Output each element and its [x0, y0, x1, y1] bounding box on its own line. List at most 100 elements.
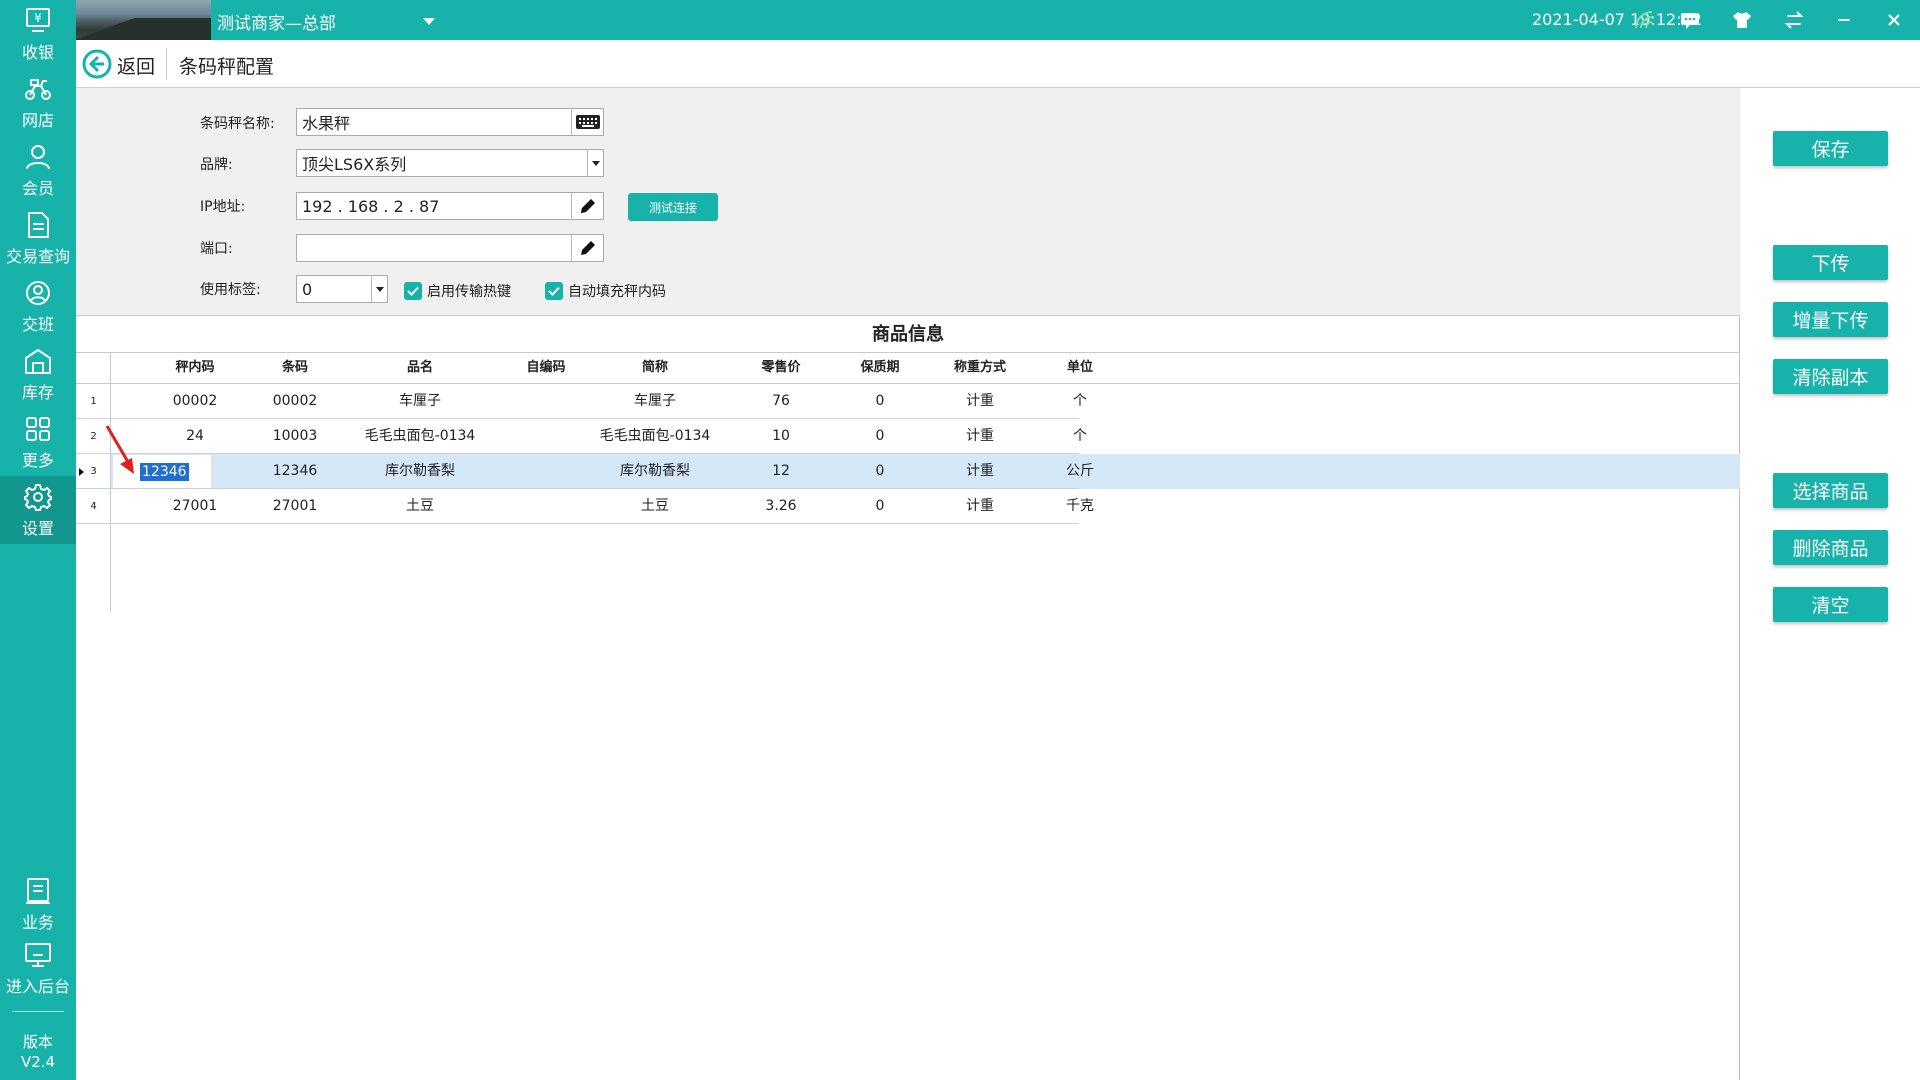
column-header-scale-code[interactable]: 秤内码: [160, 353, 230, 383]
cell-unit[interactable]: 千克: [1030, 489, 1130, 524]
clear-copy-button[interactable]: 清除副本: [1773, 359, 1888, 394]
clear-button[interactable]: 清空: [1773, 587, 1888, 622]
cell-weighing-mode[interactable]: 计重: [930, 454, 1030, 489]
cell-price[interactable]: 10: [746, 419, 816, 454]
cell-scale-code[interactable]: 27001: [160, 489, 230, 524]
column-header-custom-code[interactable]: 自编码: [511, 353, 581, 383]
sidebar-item-transactions[interactable]: 交易查询: [0, 204, 76, 272]
cell-name[interactable]: 毛毛虫面包-0134: [350, 419, 490, 454]
cell-barcode[interactable]: 12346: [260, 454, 330, 489]
keyboard-button[interactable]: [571, 109, 603, 135]
clipboard-icon: [26, 878, 50, 904]
store-name[interactable]: 测试商家—总部: [217, 9, 336, 34]
cell-price[interactable]: 3.26: [746, 489, 816, 524]
cell-barcode[interactable]: 00002: [260, 384, 330, 419]
cell-name[interactable]: 土豆: [360, 489, 480, 524]
tag-label: 使用标签:: [200, 282, 261, 298]
cell-short-name[interactable]: 库尔勒香梨: [590, 454, 720, 489]
table-row[interactable]: 4 27001 27001 土豆 土豆 3.26 0 计重 千克: [76, 489, 1740, 524]
save-button[interactable]: 保存: [1773, 131, 1888, 166]
brand-label: 品牌:: [200, 157, 233, 173]
column-header-barcode[interactable]: 条码: [260, 353, 330, 383]
test-connection-button[interactable]: 测试连接: [628, 193, 718, 221]
edit-ip-button[interactable]: [571, 193, 603, 219]
cell-shelf-life[interactable]: 0: [845, 384, 915, 419]
table-row[interactable]: 2 24 10003 毛毛虫面包-0134 毛毛虫面包-0134 10 0 计重…: [76, 419, 1740, 454]
sidebar-item-label: 设置: [21, 519, 54, 538]
keyboard-icon: [575, 115, 600, 129]
cell-name[interactable]: 库尔勒香梨: [360, 454, 480, 489]
sidebar-item-backoffice[interactable]: 进入后台: [0, 934, 76, 1002]
column-header-shelf-life[interactable]: 保质期: [845, 353, 915, 383]
column-header-price[interactable]: 零售价: [746, 353, 816, 383]
upload-button[interactable]: 下传: [1773, 245, 1888, 280]
column-header-short-name[interactable]: 简称: [590, 353, 720, 383]
sidebar-item-shift[interactable]: 交班: [0, 272, 76, 340]
close-icon[interactable]: [1882, 8, 1906, 32]
hotkey-checkbox[interactable]: 启用传输热键: [404, 281, 511, 301]
cell-custom-code[interactable]: [511, 454, 581, 489]
sidebar-item-more[interactable]: 更多: [0, 408, 76, 476]
back-arrow-icon[interactable]: [82, 49, 112, 79]
cell-barcode[interactable]: 27001: [260, 489, 330, 524]
sidebar-item-inventory[interactable]: 库存: [0, 340, 76, 408]
cell-unit[interactable]: 个: [1030, 384, 1130, 419]
cell-custom-code[interactable]: [511, 384, 581, 419]
document-icon: [28, 212, 49, 238]
cell-short-name[interactable]: 车厘子: [590, 384, 720, 419]
sidebar-item-member[interactable]: 会员: [0, 136, 76, 204]
sidebar-item-cashier[interactable]: ¥ 收银: [0, 0, 76, 68]
cell-weighing-mode[interactable]: 计重: [930, 489, 1030, 524]
skin-shirt-icon[interactable]: [1730, 8, 1754, 32]
cell-custom-code[interactable]: [511, 489, 581, 524]
sidebar-item-business[interactable]: 业务: [0, 870, 76, 938]
cell-scale-code-editing[interactable]: 12346: [140, 463, 189, 481]
select-product-button[interactable]: 选择商品: [1773, 473, 1888, 508]
switch-arrows-icon[interactable]: [1782, 8, 1806, 32]
cell-weighing-mode[interactable]: 计重: [930, 419, 1030, 454]
monitor-icon: [25, 943, 51, 967]
autofill-code-checkbox[interactable]: 自动填充秤内码: [545, 281, 666, 301]
edit-port-button[interactable]: [571, 235, 603, 261]
cell-shelf-life[interactable]: 0: [845, 454, 915, 489]
cell-barcode[interactable]: 10003: [260, 419, 330, 454]
sidebar-item-online-store[interactable]: 网店: [0, 68, 76, 136]
cell-unit[interactable]: 公斤: [1030, 454, 1130, 489]
cell-short-name[interactable]: 毛毛虫面包-0134: [585, 419, 725, 454]
incremental-upload-button[interactable]: 增量下传: [1773, 302, 1888, 337]
cell-shelf-life[interactable]: 0: [845, 419, 915, 454]
column-header-weighing-mode[interactable]: 称重方式: [930, 353, 1030, 383]
cell-custom-code[interactable]: [511, 419, 581, 454]
table-row-selected[interactable]: 3 12346 12346 库尔勒香梨 库尔勒香梨 12 0 计重 公斤: [76, 454, 1740, 489]
brand-dropdown-button[interactable]: [587, 150, 603, 176]
cell-short-name[interactable]: 土豆: [590, 489, 720, 524]
tag-dropdown-button[interactable]: [371, 276, 387, 302]
cell-scale-code[interactable]: 00002: [160, 384, 230, 419]
cell-price[interactable]: 12: [746, 454, 816, 489]
cell-scale-code[interactable]: 24: [160, 419, 230, 454]
scale-name-input[interactable]: 水果秤: [296, 108, 604, 136]
message-icon[interactable]: [1678, 8, 1702, 32]
sidebar-item-label: 交班: [21, 315, 54, 334]
clock-datetime: 2021-04-07 19:12:12: [1532, 10, 1702, 29]
minimize-icon[interactable]: [1832, 8, 1856, 32]
column-header-name[interactable]: 品名: [360, 353, 480, 383]
cell-price[interactable]: 76: [746, 384, 816, 419]
back-button[interactable]: 返回: [117, 52, 155, 79]
tag-select[interactable]: 0: [296, 275, 388, 303]
cell-unit[interactable]: 个: [1030, 419, 1130, 454]
ip-address-input[interactable]: 192 . 168 . 2 . 87: [296, 192, 604, 220]
sidebar-item-settings[interactable]: 设置: [0, 476, 76, 544]
main-panel: 条码秤名称: 水果秤 品牌: 顶尖LS6X系列 IP地址: 192 . 168 …: [76, 88, 1740, 1080]
chevron-down-icon[interactable]: [418, 11, 440, 31]
table-row[interactable]: 1 00002 00002 车厘子 车厘子 76 0 计重 个: [76, 384, 1740, 419]
delete-product-button[interactable]: 删除商品: [1773, 530, 1888, 565]
port-input[interactable]: [296, 234, 604, 262]
table-header: 秤内码 条码 品名 自编码 简称 零售价 保质期 称重方式 单位: [76, 352, 1740, 384]
column-header-unit[interactable]: 单位: [1030, 353, 1130, 383]
user-icon: [26, 145, 50, 170]
cell-shelf-life[interactable]: 0: [845, 489, 915, 524]
brand-select[interactable]: 顶尖LS6X系列: [296, 149, 604, 177]
cell-name[interactable]: 车厘子: [360, 384, 480, 419]
cell-weighing-mode[interactable]: 计重: [930, 384, 1030, 419]
